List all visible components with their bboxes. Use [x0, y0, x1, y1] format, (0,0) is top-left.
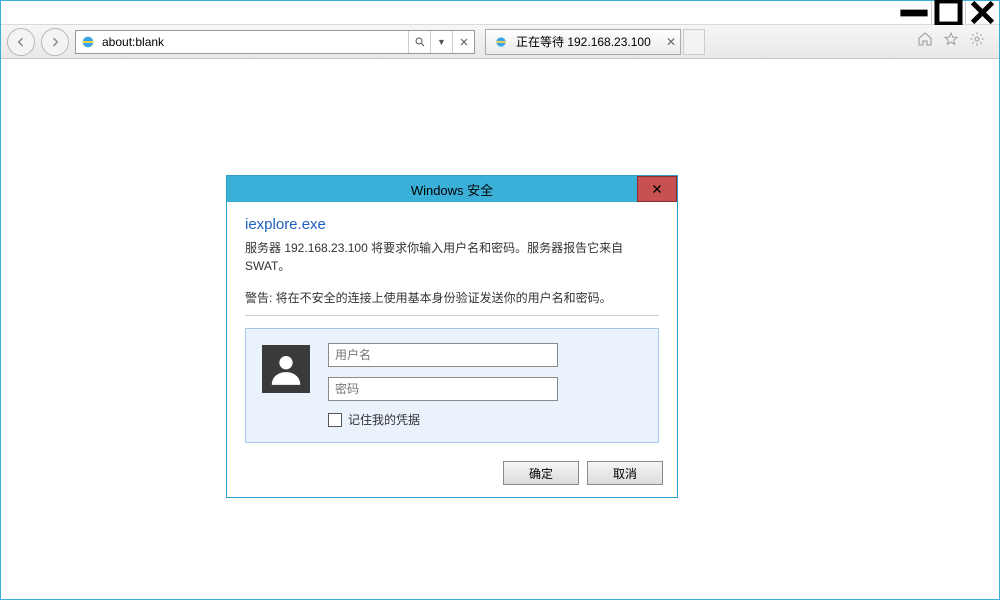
window-close-button[interactable] — [965, 1, 999, 24]
favorites-icon[interactable] — [943, 31, 959, 52]
credential-fields: 记住我的凭据 — [328, 343, 558, 428]
forward-button[interactable] — [41, 28, 69, 56]
cancel-button[interactable]: 取消 — [587, 461, 663, 485]
dialog-warning: 警告: 将在不安全的连接上使用基本身份验证发送你的用户名和密码。 — [245, 289, 659, 307]
dialog-body: iexplore.exe 服务器 192.168.23.100 将要求你输入用户… — [227, 202, 677, 453]
dialog-titlebar[interactable]: Windows 安全 — [227, 176, 677, 202]
dialog-message: 服务器 192.168.23.100 将要求你输入用户名和密码。服务器报告它来自… — [245, 239, 659, 275]
credentials-panel: 记住我的凭据 — [245, 328, 659, 443]
dialog-app-name: iexplore.exe — [245, 216, 659, 233]
dialog-buttons: 确定 取消 — [227, 453, 677, 497]
arrow-left-icon — [14, 35, 28, 49]
divider — [245, 315, 659, 316]
page-content: Windows 安全 iexplore.exe 服务器 192.168.23.1… — [1, 59, 999, 599]
tab-label: 正在等待 192.168.23.100 — [516, 33, 662, 50]
stop-button[interactable] — [452, 31, 474, 53]
tab-strip: 正在等待 192.168.23.100 ✕ — [485, 29, 903, 55]
ie-logo-icon — [494, 35, 508, 49]
minimize-button[interactable] — [897, 1, 931, 24]
maximize-button[interactable] — [931, 1, 965, 24]
back-button[interactable] — [7, 28, 35, 56]
settings-icon[interactable] — [969, 31, 985, 52]
dialog-close-button[interactable] — [637, 176, 677, 202]
remember-label: 记住我的凭据 — [348, 411, 420, 428]
url-input[interactable] — [100, 31, 408, 53]
search-button[interactable] — [408, 31, 430, 53]
new-tab-button[interactable] — [683, 29, 705, 55]
home-icon[interactable] — [917, 31, 933, 52]
close-icon — [458, 36, 470, 48]
addr-dropdown[interactable]: ▼ — [430, 31, 452, 53]
browser-window: ▼ 正在等待 192.168.23.100 ✕ Windows 安全 — [0, 0, 1000, 600]
password-input[interactable] — [328, 377, 558, 401]
checkbox-icon — [328, 413, 342, 427]
arrow-right-icon — [48, 35, 62, 49]
username-input[interactable] — [328, 343, 558, 367]
toolbar-icons — [909, 31, 993, 52]
navigation-bar: ▼ 正在等待 192.168.23.100 ✕ — [1, 25, 999, 59]
close-icon — [651, 183, 663, 195]
tab[interactable]: 正在等待 192.168.23.100 ✕ — [485, 29, 681, 55]
window-controls — [1, 1, 999, 25]
search-icon — [414, 36, 426, 48]
address-bar[interactable]: ▼ — [75, 30, 475, 54]
tab-close-button[interactable]: ✕ — [666, 35, 676, 49]
credentials-dialog: Windows 安全 iexplore.exe 服务器 192.168.23.1… — [226, 175, 678, 498]
dialog-title: Windows 安全 — [411, 180, 493, 199]
user-avatar-icon — [262, 345, 310, 393]
ok-button[interactable]: 确定 — [503, 461, 579, 485]
remember-checkbox-row[interactable]: 记住我的凭据 — [328, 411, 558, 428]
ie-logo-icon — [80, 34, 96, 50]
